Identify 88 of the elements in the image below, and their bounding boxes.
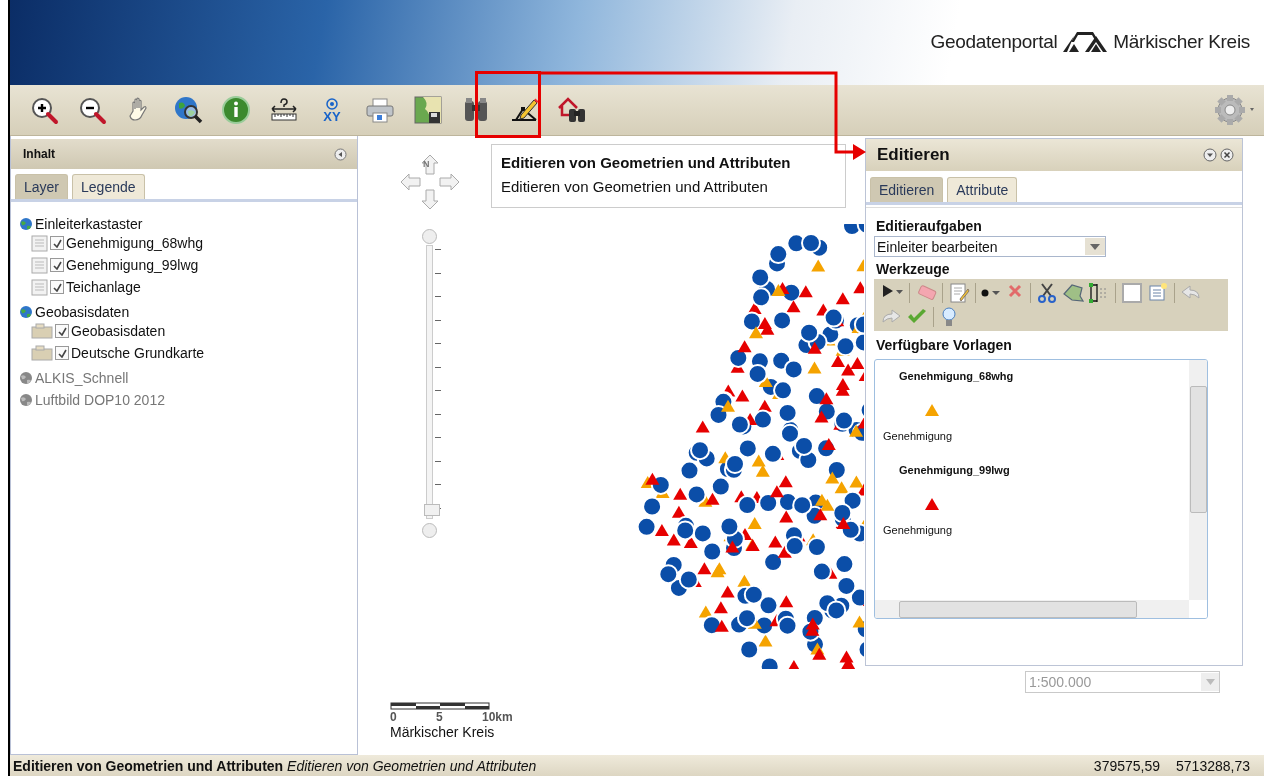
- north-label: N: [423, 159, 430, 169]
- zoom-out-icon: [77, 95, 107, 125]
- layer-label[interactable]: Deutsche Grundkarte: [71, 345, 205, 361]
- close-button[interactable]: [1220, 148, 1234, 162]
- scissors-icon: [1036, 282, 1058, 304]
- tab[interactable]: Editieren: [870, 177, 944, 202]
- checkbox[interactable]: [50, 258, 64, 272]
- save-map-icon: [413, 95, 443, 125]
- y-coordinate: 5713288,73: [1176, 757, 1250, 774]
- template-layer-name: Genehmigung_99lwg: [899, 464, 1011, 476]
- section-label: Verfügbare Vorlagen: [876, 337, 1013, 353]
- scale-bar-icon: [390, 702, 490, 710]
- collapse-icon: [334, 147, 347, 161]
- tooltip-text: Editieren von Geometrien und Attributen: [501, 177, 769, 197]
- checkmark-icon: [57, 348, 67, 358]
- globe-icon: [19, 393, 33, 407]
- checkmark-icon: [52, 238, 62, 248]
- globe-icon: [19, 371, 33, 385]
- collapse-button[interactable]: [334, 147, 347, 161]
- globe-search-icon: [173, 95, 203, 125]
- folder-icon: [31, 323, 53, 339]
- x-coordinate: 379575,59: [1093, 757, 1161, 774]
- dropdown-arrow-icon: [1205, 679, 1215, 685]
- editor-title: Editieren: [877, 145, 950, 165]
- zoom-slider[interactable]: [422, 229, 442, 539]
- checkbox[interactable]: [50, 236, 64, 250]
- reshape-icon: [1062, 282, 1084, 304]
- organization-name: Märkischer Kreis: [1113, 30, 1250, 53]
- legend-icon: [31, 256, 48, 274]
- checkbox[interactable]: [55, 324, 69, 338]
- table-icon: [1147, 282, 1169, 304]
- scale-caption: Märkischer Kreis: [390, 724, 496, 740]
- template-label[interactable]: Genehmigung: [883, 524, 1181, 536]
- legend-icon: [31, 234, 48, 252]
- highlight-frame: [475, 71, 541, 138]
- scale-tick-label: 5: [436, 710, 444, 724]
- vertical-scrollbar[interactable]: [1189, 360, 1207, 600]
- dropdown-arrow-icon: [1090, 243, 1100, 250]
- triangle-symbol-icon[interactable]: [925, 498, 939, 510]
- layer-group-label[interactable]: Geobasisdaten: [35, 304, 130, 320]
- tab[interactable]: Legende: [72, 174, 145, 199]
- layer-label[interactable]: Teichanlage: [66, 279, 141, 295]
- layer-label[interactable]: Genehmigung_99lwg: [66, 257, 199, 273]
- collapse-button[interactable]: [1203, 148, 1217, 162]
- section-label: Editieraufgaben: [876, 218, 983, 234]
- scale-tick-label: 10km: [482, 710, 514, 724]
- horizontal-scrollbar[interactable]: [875, 600, 1189, 618]
- tooltip-title: Editieren von Geometrien und Attributen: [501, 153, 792, 173]
- info-icon: [221, 95, 251, 125]
- print-icon: [365, 95, 395, 125]
- checkbox[interactable]: [50, 280, 64, 294]
- layer-group-label[interactable]: Einleiterkastaster: [35, 216, 143, 232]
- template-label[interactable]: Genehmigung: [883, 430, 1181, 442]
- legend-icon: [31, 278, 48, 296]
- home-search-icon: [557, 95, 587, 125]
- coordinates-button[interactable]: XY: [308, 90, 356, 130]
- layer-label[interactable]: Geobasisdaten: [71, 323, 166, 339]
- template-layer-name: Genehmigung_68whg: [899, 370, 1015, 382]
- globe-icon: [19, 217, 33, 231]
- close-icon: [1220, 148, 1234, 162]
- scale-tick-label: 0: [390, 710, 398, 724]
- notes-icon: [948, 282, 970, 304]
- pan-arrows-icon[interactable]: [400, 154, 460, 210]
- layer-label[interactable]: Genehmigung_68whg: [66, 235, 203, 251]
- chevron-down-icon: [1203, 148, 1217, 162]
- layer-group-label[interactable]: Luftbild DOP10 2012: [35, 392, 165, 408]
- task-dropdown[interactable]: Einleiter bearbeiten: [874, 236, 1106, 257]
- section-label: Werkzeuge: [876, 261, 951, 277]
- checkbox[interactable]: [55, 346, 69, 360]
- slider-thumb[interactable]: [424, 504, 440, 516]
- blank-icon: [1121, 282, 1143, 304]
- folder-icon: [31, 345, 53, 361]
- checkmark-icon: [52, 260, 62, 270]
- chevron-logo-icon: [1063, 29, 1108, 54]
- triangle-symbol-icon[interactable]: [925, 404, 939, 416]
- target-icon: [326, 97, 338, 110]
- blank-button[interactable]: [1119, 281, 1145, 305]
- panel-title: Inhalt: [23, 147, 55, 161]
- hint-icon: [940, 306, 958, 328]
- tab[interactable]: Layer: [15, 174, 69, 199]
- zoom-in-icon: [29, 95, 59, 125]
- layer-group-label[interactable]: ALKIS_Schnell: [35, 370, 129, 386]
- portal-name: Geodatenportal: [930, 30, 1058, 53]
- tab[interactable]: Attribute: [947, 177, 1018, 202]
- globe-icon: [19, 305, 33, 319]
- checkmark-icon: [52, 282, 62, 292]
- status-message: Editieren von Geometrien und Attributen Editieren von Geometrien und Attributen: [13, 757, 538, 774]
- checkmark-icon: [57, 326, 67, 336]
